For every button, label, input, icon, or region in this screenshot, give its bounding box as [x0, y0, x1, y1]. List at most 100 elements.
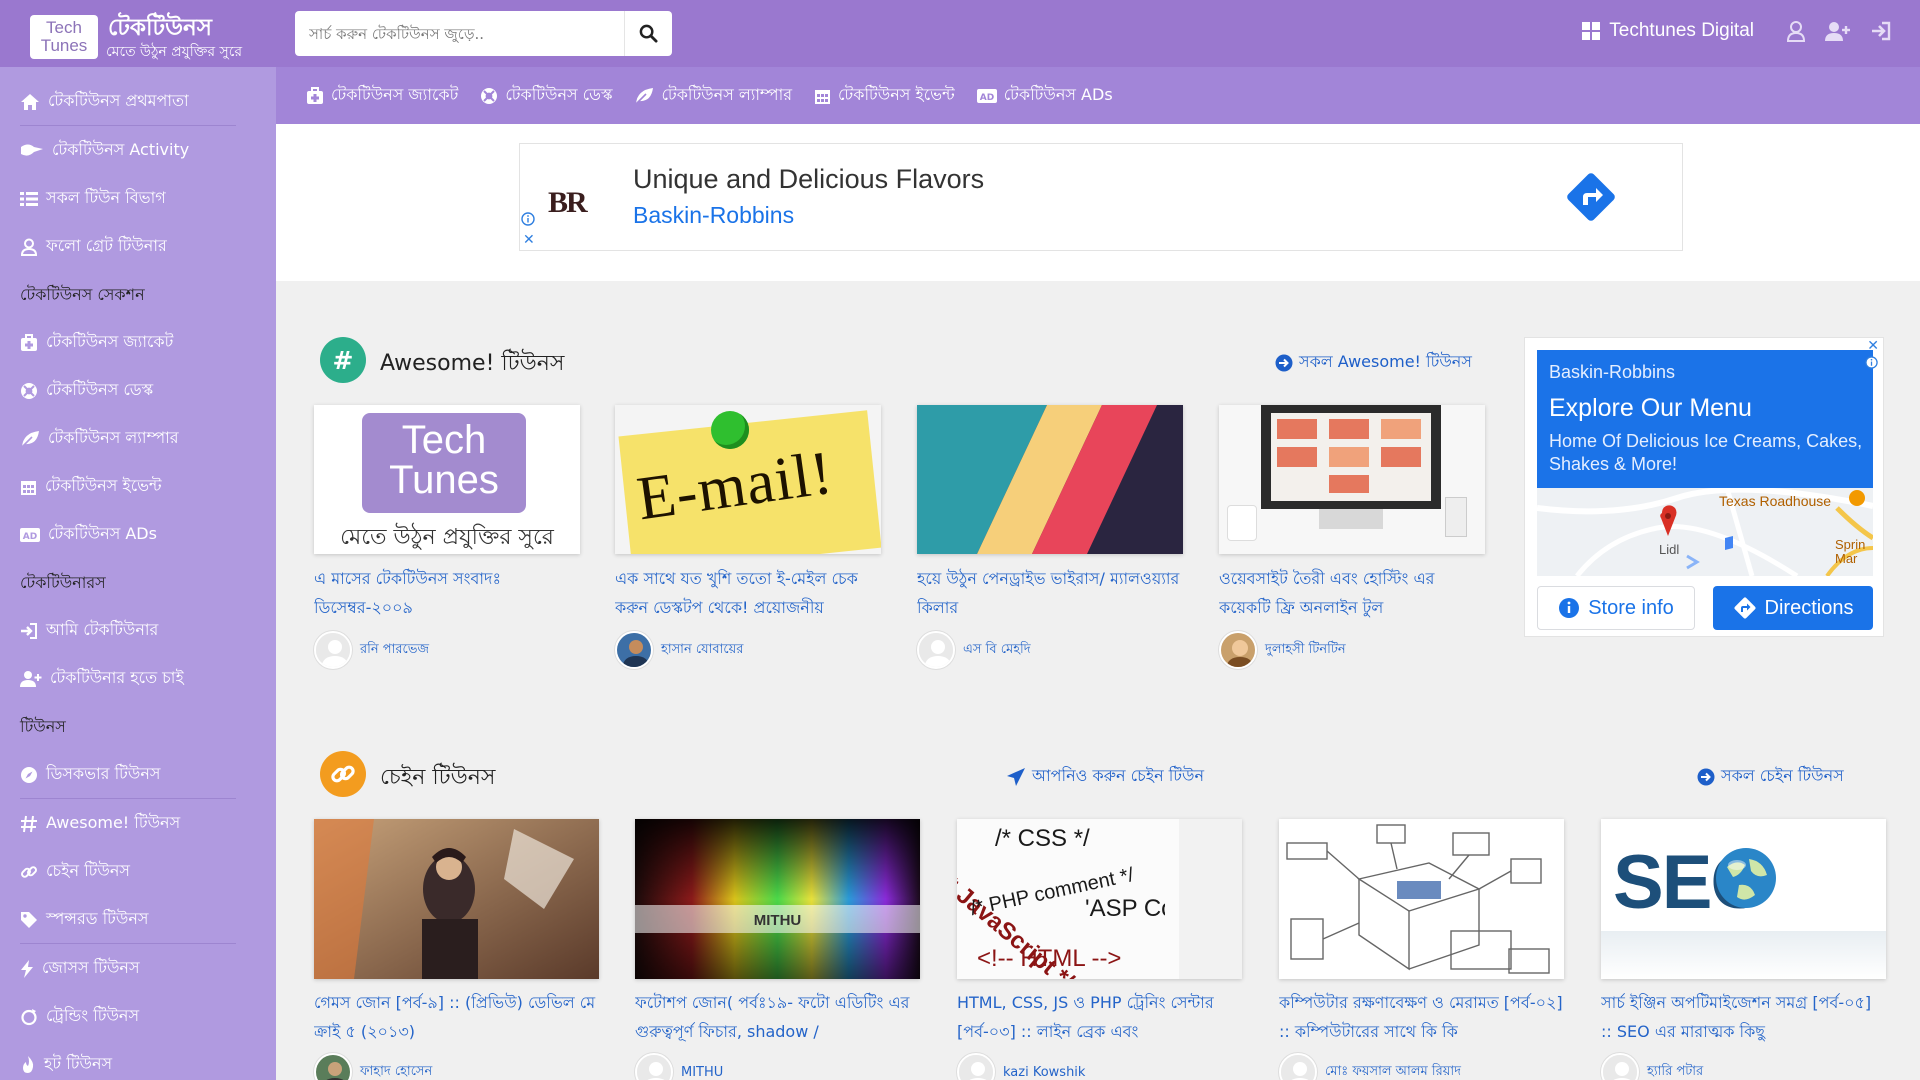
thumb-text: MITHU — [753, 912, 802, 929]
sidebar-item-label: আমি টেকটিউনার — [46, 620, 159, 639]
sidebar-item-desk[interactable]: টেকটিউনস ডেস্ক — [20, 377, 153, 404]
ad-brand: Baskin-Robbins — [1549, 362, 1676, 382]
card-thumbnail[interactable]: MITHU — [635, 819, 920, 979]
ad-brand[interactable]: Baskin-Robbins — [633, 202, 794, 229]
sign-in-icon[interactable] — [1870, 20, 1892, 42]
card-thumbnail[interactable] — [917, 405, 1183, 554]
author-name: দুলাহসী টিনটিন — [1265, 641, 1346, 657]
ad-info-icon[interactable] — [1865, 356, 1878, 369]
sidebar-item-all-categories[interactable]: সকল টিউন বিভাগ — [20, 185, 166, 212]
avatar — [917, 631, 955, 669]
bolt-icon — [21, 959, 33, 978]
search-box — [295, 11, 672, 56]
all-chain-link[interactable]: সকল চেইন টিউনস — [1697, 763, 1844, 790]
sidebar-item-hot[interactable]: হট টিউনস — [20, 1051, 112, 1078]
subnav-item-lamper[interactable]: টেকটিউনস ল্যাম্পার — [634, 82, 792, 109]
all-awesome-link[interactable]: সকল Awesome! টিউনস — [1275, 349, 1472, 376]
card-title[interactable]: কম্পিউটার রক্ষণাবেক্ষণ ও মেরামত [পর্ব-০২… — [1279, 988, 1564, 1046]
sidebar-item-register[interactable]: টেকটিউনার হতে চাই — [20, 665, 184, 692]
activity-icon — [21, 144, 43, 156]
sidebar-item-ads[interactable]: AD টেকটিউনস ADs — [20, 521, 157, 548]
trending-icon — [21, 1008, 37, 1025]
subnav-item-jacket[interactable]: টেকটিউনস জ্যাকেট — [306, 82, 458, 109]
user-plus-icon[interactable] — [1824, 20, 1852, 42]
computer-diagram — [1279, 819, 1564, 979]
techtunes-digital-link[interactable]: Techtunes Digital — [1581, 20, 1754, 42]
sidebar-item-trending[interactable]: ট্রেন্ডিং টিউনস — [20, 1003, 139, 1030]
search-input[interactable] — [295, 11, 622, 56]
store-info-button[interactable]: Store info — [1537, 586, 1695, 630]
globe-icon — [1716, 848, 1776, 908]
sidebar-item-awesome[interactable]: Awesome! টিউনস — [20, 810, 180, 837]
card-title[interactable]: ওয়েবসাইট তৈরী এবং হোস্টিং এর কয়েকটি ফ্… — [1219, 564, 1485, 622]
avatar — [1601, 1053, 1639, 1080]
sidebar-item-activity[interactable]: টেকটিউনস Activity — [20, 137, 189, 164]
card-thumbnail[interactable] — [1279, 819, 1564, 979]
tag-icon — [21, 911, 37, 928]
sidebar-item-lamper[interactable]: টেকটিউনস ল্যাম্পার — [20, 425, 179, 452]
card-title[interactable]: সার্চ ইঞ্জিন অপটিমাইজেশন সমগ্র [পর্ব-০৫]… — [1601, 988, 1886, 1046]
subnav-item-event[interactable]: টেকটিউনস ইভেন্ট — [814, 82, 955, 109]
card-thumbnail[interactable]: /* CSS */ /* JavaScript */ /* PHP commen… — [957, 819, 1242, 979]
directions-button[interactable]: Directions — [1713, 586, 1873, 630]
card-title[interactable]: গেমস জোন [পর্ব-৯] :: (প্রিভিউ) ডেভিল মে … — [314, 988, 599, 1046]
subnav-item-desk[interactable]: টেকটিউনস ডেস্ক — [480, 82, 612, 109]
sidebar-item-joss[interactable]: জোসস টিউনস — [20, 955, 140, 982]
card-author[interactable]: হ্যারি পটার — [1601, 1053, 1703, 1080]
side-ad[interactable]: Baskin-Robbins Explore Our Menu Home Of … — [1524, 337, 1884, 637]
site-logo[interactable]: Tech Tunes — [30, 15, 98, 59]
card-title[interactable]: হয়ে উঠুন পেনড্রাইভ ভাইরাস/ ম্যালওয়্যার… — [917, 564, 1183, 622]
sidebar-item-follow[interactable]: ফলো গ্রেট টিউনার — [20, 233, 167, 260]
card-title[interactable]: এক সাথে যত খুশি ততো ই-মেইল চেক করুন ডেস্… — [615, 564, 881, 622]
sidebar-item-event[interactable]: টেকটিউনস ইভেন্ট — [20, 473, 162, 500]
sidebar: টেকটিউনস প্রথমপাতা টেকটিউনস Activity সকল… — [0, 67, 276, 1080]
card-title[interactable]: এ মাসের টেকটিউনস সংবাদঃ ডিসেম্বর-২০০৯ — [314, 564, 580, 622]
ad-title[interactable]: Unique and Delicious Flavors — [633, 164, 984, 195]
sidebar-item-label: টেকটিউনস ADs — [48, 524, 157, 543]
sidebar-item-jacket[interactable]: টেকটিউনস জ্যাকেট — [20, 329, 173, 356]
sidebar-heading-tuners: টেকটিউনারস — [20, 573, 106, 592]
hashtag-icon — [21, 815, 37, 832]
card-author[interactable]: হাসান যোবায়ের — [615, 631, 743, 669]
sidebar-item-chain[interactable]: চেইন টিউনস — [20, 858, 130, 885]
hashtag-icon: # — [320, 337, 366, 383]
ad-close-icon[interactable]: ✕ — [1867, 338, 1879, 354]
pencil-cup — [1445, 497, 1467, 537]
card-author[interactable]: MITHU — [635, 1053, 723, 1080]
sidebar-item-login[interactable]: আমি টেকটিউনার — [20, 617, 158, 644]
subnav-item-ads[interactable]: AD টেকটিউনস ADs — [976, 82, 1113, 109]
directions-icon[interactable] — [1561, 167, 1621, 227]
ad-headline[interactable]: Explore Our Menu — [1549, 394, 1752, 423]
card-author[interactable]: এস বি মেহদি — [917, 631, 1031, 669]
card-thumbnail[interactable] — [314, 819, 599, 979]
card-thumbnail[interactable] — [1219, 405, 1485, 554]
ad-info-icon[interactable] — [521, 212, 535, 226]
avatar — [314, 631, 352, 669]
compass-icon — [21, 766, 37, 783]
sidebar-item-home[interactable]: টেকটিউনস প্রথমপাতা — [20, 88, 189, 115]
user-icon[interactable] — [1786, 20, 1806, 42]
card-title[interactable]: ফটোশপ জোন( পর্বঃ১৯- ফটো এডিটিং এর গুরুত্… — [635, 988, 920, 1046]
sidebar-item-label: ডিসকভার টিউনস — [46, 764, 161, 783]
sidebar-item-discover[interactable]: ডিসকভার টিউনস — [20, 761, 160, 788]
contribute-chain-link[interactable]: আপনিও করুন চেইন টিউন — [1006, 763, 1204, 790]
sidebar-item-label: চেইন টিউনস — [46, 861, 130, 880]
ad-icon: AD — [20, 527, 40, 542]
card-thumbnail[interactable]: Tech Tunes মেতে উঠুন প্রযুক্তির সুরে — [314, 405, 580, 554]
card-author[interactable]: kazi Kowshik — [957, 1053, 1085, 1080]
info-icon — [1559, 598, 1580, 618]
ad-close-icon[interactable]: ✕ — [523, 232, 535, 248]
card-author[interactable]: রনি পারভেজ — [314, 631, 429, 669]
digital-label: Techtunes Digital — [1609, 20, 1754, 41]
card-author[interactable]: ফাহাদ হোসেন — [314, 1053, 432, 1080]
top-banner-ad[interactable]: BR Unique and Delicious Flavors Baskin-R… — [519, 143, 1683, 251]
sidebar-item-sponsored[interactable]: স্পন্সরড টিউনস — [20, 906, 148, 933]
card-thumbnail[interactable]: SEO — [1601, 819, 1886, 979]
card-title[interactable]: HTML, CSS, JS ও PHP ট্রেনিং সেন্টার [পর্… — [957, 988, 1242, 1046]
ad-map[interactable]: Texas Roadhouse Lidl Sprin Mar — [1537, 488, 1873, 576]
svg-text:AD: AD — [23, 532, 37, 542]
card-author[interactable]: মোঃ ফয়সাল আলম রিয়াদ — [1279, 1053, 1461, 1080]
card-thumbnail[interactable]: E-mail! — [615, 405, 881, 554]
search-button[interactable] — [624, 11, 672, 56]
card-author[interactable]: দুলাহসী টিনটিন — [1219, 631, 1346, 669]
